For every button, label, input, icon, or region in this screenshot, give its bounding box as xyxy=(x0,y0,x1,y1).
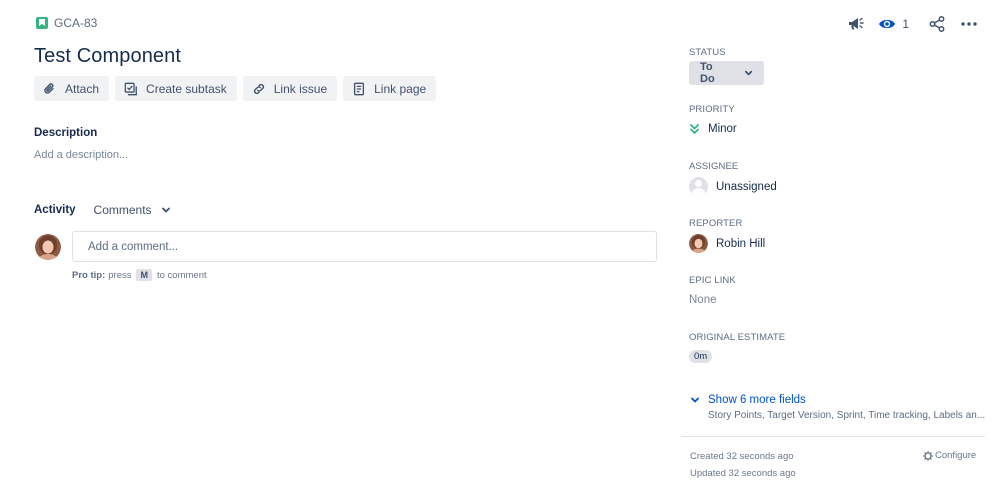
link-page-label: Link page xyxy=(374,81,427,96)
watch-button[interactable]: 1 xyxy=(878,17,909,31)
more-actions-button[interactable] xyxy=(957,14,981,34)
reporter-label: REPORTER xyxy=(689,218,743,229)
show-more-fields-label: Show 6 more fields xyxy=(708,394,806,406)
activity-filter-label: Comments xyxy=(93,203,152,217)
status-label: STATUS xyxy=(689,47,726,58)
reporter-field[interactable]: Robin Hill xyxy=(689,234,765,253)
issue-key-breadcrumb[interactable]: GCA-83 xyxy=(36,16,97,30)
priority-label: PRIORITY xyxy=(689,104,735,115)
chevron-down-icon xyxy=(161,207,170,213)
story-type-icon xyxy=(36,17,48,29)
issue-title[interactable]: Test Component xyxy=(34,45,181,68)
chevron-down-icon xyxy=(691,397,699,403)
reporter-avatar xyxy=(689,234,708,253)
status-value: To Do xyxy=(700,61,715,85)
priority-value: Minor xyxy=(708,123,737,135)
link-issue-button[interactable]: Link issue xyxy=(242,76,338,101)
divider xyxy=(682,436,985,437)
more-horizontal-icon xyxy=(961,22,977,26)
link-issue-label: Link issue xyxy=(273,81,328,96)
priority-minor-icon xyxy=(690,124,699,134)
link-page-button[interactable]: Link page xyxy=(343,76,437,101)
megaphone-icon xyxy=(849,17,865,30)
original-estimate-value[interactable]: 0m xyxy=(689,350,713,363)
feedback-button[interactable] xyxy=(842,14,870,34)
watch-count: 1 xyxy=(902,17,909,31)
show-more-fields-button[interactable]: Show 6 more fields xyxy=(690,394,806,406)
paperclip-icon xyxy=(44,82,54,94)
assignee-label: ASSIGNEE xyxy=(689,161,739,172)
attach-button[interactable]: Attach xyxy=(34,76,110,101)
reporter-value: Robin Hill xyxy=(716,237,766,250)
create-subtask-button[interactable]: Create subtask xyxy=(115,76,237,101)
share-icon xyxy=(929,16,945,32)
assignee-field[interactable]: Unassigned xyxy=(689,177,777,196)
gear-icon xyxy=(923,450,933,461)
updated-timestamp: Updated 32 seconds ago xyxy=(690,468,796,479)
pro-tip-label: Pro tip: xyxy=(72,269,106,281)
create-subtask-label: Create subtask xyxy=(146,81,227,96)
pro-tip-post: to comment xyxy=(156,269,207,281)
share-button[interactable] xyxy=(923,14,951,34)
issue-header-actions: 1 xyxy=(842,14,981,34)
activity-filter-dropdown[interactable]: Comments xyxy=(94,203,171,217)
description-label: Description xyxy=(34,127,98,139)
attach-label: Attach xyxy=(65,81,100,96)
page-icon xyxy=(354,82,365,95)
subtask-icon xyxy=(124,82,137,95)
configure-button[interactable]: Configure xyxy=(923,450,976,461)
description-field[interactable]: Add a description... xyxy=(34,149,128,161)
keyboard-shortcut-key: M xyxy=(136,269,152,281)
original-estimate-label: ORIGINAL ESTIMATE xyxy=(689,332,786,343)
hidden-fields-summary: Story Points, Target Version, Sprint, Ti… xyxy=(708,410,986,421)
activity-label: Activity xyxy=(34,204,76,216)
link-icon xyxy=(253,83,264,94)
epic-link-value: None xyxy=(689,294,717,306)
comment-input[interactable]: Add a comment... xyxy=(72,231,657,262)
issue-key[interactable]: GCA-83 xyxy=(54,16,97,30)
eye-icon xyxy=(879,19,896,29)
pro-tip-pre: press xyxy=(108,269,132,281)
epic-link-label: EPIC LINK xyxy=(689,275,736,286)
epic-link-field[interactable]: None xyxy=(689,294,717,306)
configure-label: Configure xyxy=(935,450,977,461)
activity-header: Activity Comments xyxy=(34,203,171,217)
assignee-value: Unassigned xyxy=(716,180,777,193)
chevron-down-icon xyxy=(744,70,752,76)
created-timestamp: Created 32 seconds ago xyxy=(690,451,794,462)
status-dropdown[interactable]: To Do xyxy=(689,61,764,85)
pro-tip: Pro tip: press M to comment xyxy=(72,269,207,281)
priority-field[interactable]: Minor xyxy=(689,123,737,135)
issue-actions-toolbar: Attach Create subtask Link issue Link pa… xyxy=(34,76,437,101)
current-user-avatar xyxy=(35,234,61,260)
unassigned-avatar-icon xyxy=(689,177,708,196)
